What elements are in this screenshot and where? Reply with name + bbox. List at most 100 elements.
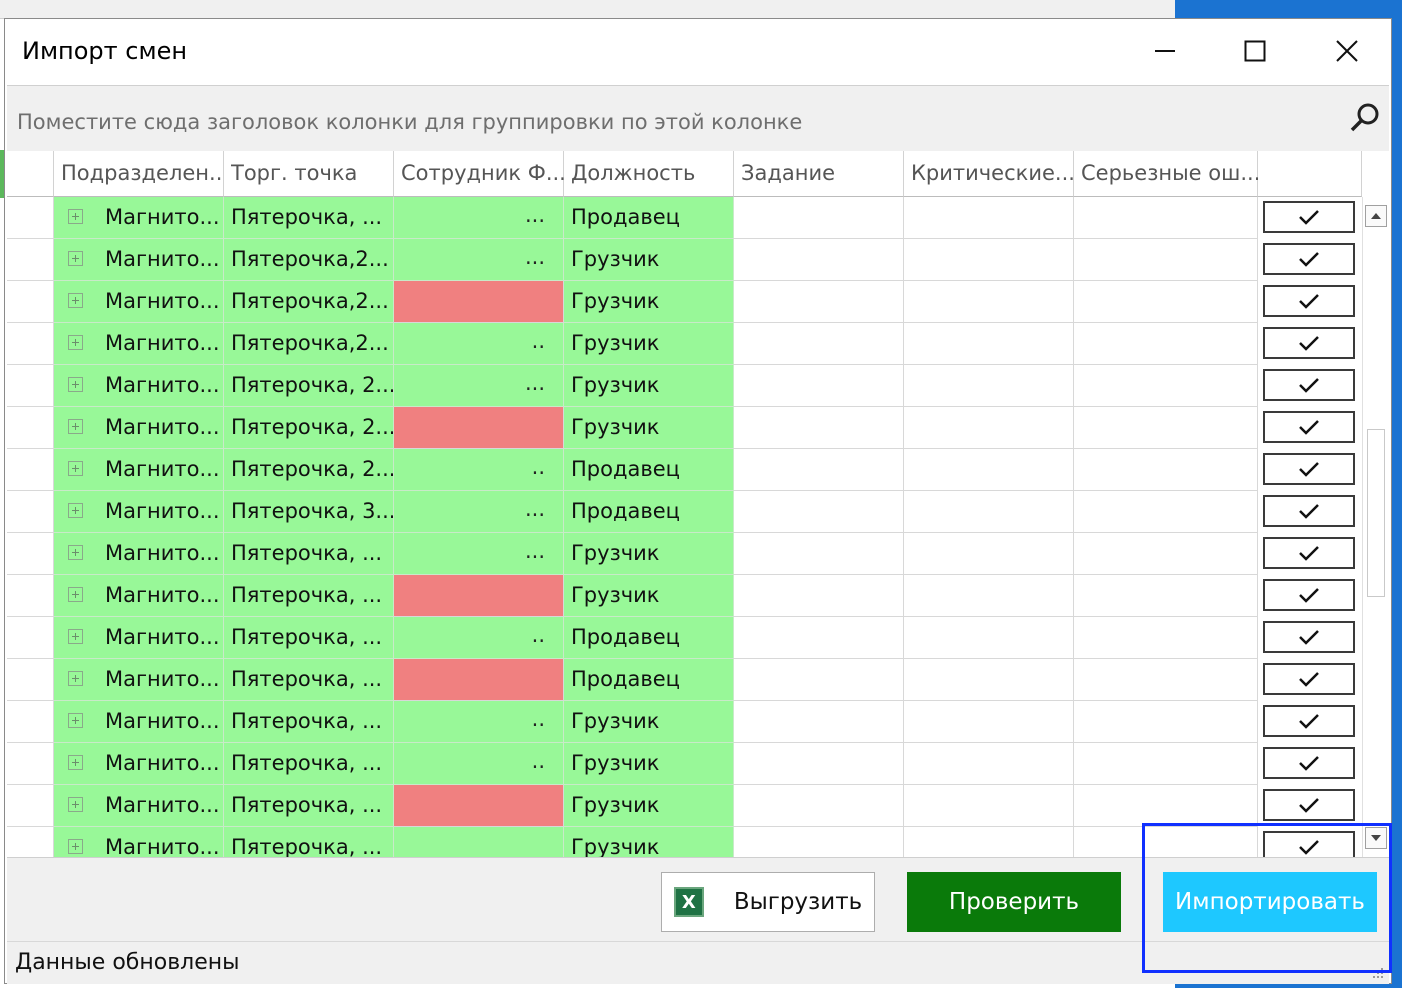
table-row[interactable]: Магнито... Пятерочка, ... Грузчик (7, 785, 1389, 827)
cell-position[interactable]: Грузчик (564, 743, 734, 785)
cell-department[interactable]: Магнито... (54, 323, 224, 365)
cell-store[interactable]: Пятерочка,2... (224, 239, 394, 281)
cell-position[interactable]: Продавец (564, 659, 734, 701)
scroll-up-button[interactable] (1365, 205, 1387, 227)
expand-plus-icon[interactable] (68, 503, 83, 518)
cell-position[interactable]: Грузчик (564, 701, 734, 743)
table-row[interactable]: Магнито... Пятерочка, ...... Грузчик (7, 533, 1389, 575)
cell-critical[interactable] (904, 365, 1074, 407)
cell-position[interactable]: Грузчик (564, 281, 734, 323)
column-header-employee[interactable]: Сотрудник Ф... (394, 151, 566, 197)
scrollbar-thumb[interactable] (1367, 429, 1385, 597)
expand-plus-icon[interactable] (68, 461, 83, 476)
row-indicator[interactable] (7, 743, 54, 785)
cell-critical[interactable] (904, 323, 1074, 365)
cell-task[interactable] (734, 407, 904, 449)
table-row[interactable]: Магнито... Пятерочка, 2...... Грузчик (7, 365, 1389, 407)
expand-plus-icon[interactable] (68, 293, 83, 308)
cell-store[interactable]: Пятерочка, ... (224, 617, 394, 659)
cell-store[interactable]: Пятерочка, 2... (224, 407, 394, 449)
cell-department[interactable]: Магнито... (54, 365, 224, 407)
cell-task[interactable] (734, 785, 904, 827)
cell-critical[interactable] (904, 491, 1074, 533)
row-indicator[interactable] (7, 659, 54, 701)
cell-department[interactable]: Магнито... (54, 281, 224, 323)
expand-plus-icon[interactable] (68, 755, 83, 770)
row-check-button[interactable] (1263, 327, 1355, 359)
row-indicator[interactable] (7, 365, 54, 407)
cell-position[interactable]: Грузчик (564, 239, 734, 281)
cell-serious-errors[interactable] (1074, 785, 1258, 827)
cell-serious-errors[interactable] (1074, 743, 1258, 785)
table-row[interactable]: Магнито... Пятерочка, ... Продавец (7, 659, 1389, 701)
row-indicator[interactable] (7, 533, 54, 575)
cell-employee[interactable] (394, 659, 564, 701)
cell-serious-errors[interactable] (1074, 827, 1258, 857)
row-check-button[interactable] (1263, 369, 1355, 401)
cell-serious-errors[interactable] (1074, 533, 1258, 575)
table-row[interactable]: Магнито... Пятерочка, ..... Продавец (7, 617, 1389, 659)
row-check-button[interactable] (1263, 747, 1355, 779)
cell-employee[interactable]: .. (394, 617, 564, 659)
cell-department[interactable]: Магнито... (54, 197, 224, 239)
expand-plus-icon[interactable] (68, 545, 83, 560)
cell-employee[interactable]: .. (394, 323, 564, 365)
maximize-button[interactable] (1225, 29, 1285, 73)
row-indicator[interactable] (7, 827, 54, 857)
cell-position[interactable]: Продавец (564, 197, 734, 239)
cell-position[interactable]: Грузчик (564, 365, 734, 407)
cell-employee[interactable] (394, 827, 564, 857)
cell-position[interactable]: Грузчик (564, 323, 734, 365)
expand-plus-icon[interactable] (68, 713, 83, 728)
table-row[interactable]: Магнито... Пятерочка, 2... Грузчик (7, 407, 1389, 449)
table-row[interactable]: Магнито... Пятерочка, ... Грузчик (7, 575, 1389, 617)
cell-department[interactable]: Магнито... (54, 659, 224, 701)
row-indicator[interactable] (7, 491, 54, 533)
cell-department[interactable]: Магнито... (54, 407, 224, 449)
cell-task[interactable] (734, 617, 904, 659)
search-button[interactable] (1347, 100, 1383, 136)
import-button[interactable]: Импортировать (1163, 872, 1377, 932)
row-indicator[interactable] (7, 449, 54, 491)
cell-position[interactable]: Продавец (564, 449, 734, 491)
cell-critical[interactable] (904, 449, 1074, 491)
cell-store[interactable]: Пятерочка, ... (224, 827, 394, 857)
row-check-button[interactable] (1263, 201, 1355, 233)
expand-plus-icon[interactable] (68, 335, 83, 350)
table-row[interactable]: Магнито... Пятерочка, 3...... Продавец (7, 491, 1389, 533)
cell-employee[interactable] (394, 281, 564, 323)
group-by-panel[interactable]: Поместите сюда заголовок колонки для гру… (7, 85, 1389, 153)
row-check-button[interactable] (1263, 705, 1355, 737)
cell-department[interactable]: Магнито... (54, 491, 224, 533)
cell-store[interactable]: Пятерочка, ... (224, 575, 394, 617)
column-header-task[interactable]: Задание (734, 151, 904, 197)
cell-store[interactable]: Пятерочка, ... (224, 785, 394, 827)
cell-store[interactable]: Пятерочка, 2... (224, 449, 394, 491)
cell-employee[interactable]: .. (394, 701, 564, 743)
export-button[interactable]: X Выгрузить (661, 872, 875, 932)
minimize-button[interactable] (1135, 29, 1195, 73)
cell-serious-errors[interactable] (1074, 701, 1258, 743)
cell-store[interactable]: Пятерочка, ... (224, 701, 394, 743)
cell-department[interactable]: Магнито... (54, 785, 224, 827)
table-row[interactable]: Магнито... Пятерочка, ..... Грузчик (7, 701, 1389, 743)
expand-plus-icon[interactable] (68, 671, 83, 686)
expand-plus-icon[interactable] (68, 419, 83, 434)
row-indicator[interactable] (7, 785, 54, 827)
row-check-button[interactable] (1263, 831, 1355, 857)
cell-task[interactable] (734, 197, 904, 239)
cell-critical[interactable] (904, 659, 1074, 701)
cell-employee[interactable]: .. (394, 449, 564, 491)
table-row[interactable]: Магнито... Пятерочка, 2..... Продавец (7, 449, 1389, 491)
cell-critical[interactable] (904, 533, 1074, 575)
cell-store[interactable]: Пятерочка, 3... (224, 491, 394, 533)
table-row[interactable]: Магнито... Пятерочка, ..... Грузчик (7, 743, 1389, 785)
cell-critical[interactable] (904, 239, 1074, 281)
cell-critical[interactable] (904, 827, 1074, 857)
column-header-department[interactable]: Подразделен... (54, 151, 229, 197)
cell-serious-errors[interactable] (1074, 323, 1258, 365)
cell-critical[interactable] (904, 575, 1074, 617)
cell-employee[interactable]: ... (394, 365, 564, 407)
cell-serious-errors[interactable] (1074, 407, 1258, 449)
cell-department[interactable]: Магнито... (54, 827, 224, 857)
